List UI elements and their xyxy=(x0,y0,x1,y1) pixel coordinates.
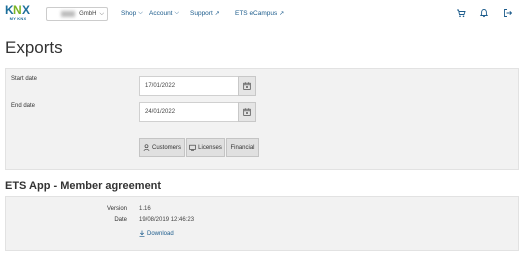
nav-ets-ecampus[interactable]: ETS eCampus ↗ xyxy=(235,10,284,17)
export-licenses-button[interactable]: Licenses xyxy=(186,138,225,157)
start-date-input[interactable]: 17/01/2022 xyxy=(139,76,239,96)
svg-text:N: N xyxy=(13,3,22,17)
nav-account[interactable]: Account ⌵ xyxy=(149,10,179,17)
user-icon xyxy=(143,144,150,151)
knx-logo[interactable]: K N X MY KNX xyxy=(3,3,33,25)
download-icon xyxy=(139,230,145,237)
download-label: Download xyxy=(147,230,174,237)
financial-label: Financial xyxy=(230,144,255,151)
nav-support[interactable]: Support ↗ xyxy=(190,10,220,17)
chevron-down-icon: ⌵ xyxy=(174,10,180,16)
end-date-value: 24/01/2022 xyxy=(145,109,176,115)
knx-logo-mark: K N X xyxy=(5,3,30,17)
member-agreement-title: ETS App - Member agreement xyxy=(5,180,162,192)
customers-label: Customers xyxy=(151,144,181,151)
calendar-icon xyxy=(243,108,251,116)
logo-caption: MY KNX xyxy=(9,16,27,21)
chevron-down-icon: ⌵ xyxy=(138,10,143,16)
end-date-label: End date xyxy=(11,103,36,109)
start-date-label: Start date xyxy=(11,76,38,82)
end-date-calendar-button[interactable] xyxy=(238,102,256,122)
external-link-icon: ↗ xyxy=(279,11,285,17)
logout-icon[interactable] xyxy=(503,8,513,18)
end-date-input[interactable]: 24/01/2022 xyxy=(139,102,239,122)
company-select-value: GmbH xyxy=(79,11,97,17)
download-link[interactable]: Download xyxy=(139,230,174,237)
version-label: Version xyxy=(106,206,127,212)
company-name-redacted xyxy=(61,11,76,17)
licenses-label: Licenses xyxy=(198,144,222,151)
date-value: 19/08/2019 12:46:23 xyxy=(139,217,195,223)
export-financial-button[interactable]: Financial xyxy=(226,138,259,157)
export-form-panel xyxy=(5,68,519,170)
nav-ecampus-label: ETS eCampus xyxy=(235,10,278,17)
nav-account-label: Account xyxy=(149,10,173,17)
cart-icon[interactable] xyxy=(456,8,466,18)
page-title: Exports xyxy=(5,38,63,57)
svg-text:X: X xyxy=(22,3,30,17)
company-select[interactable]: GmbH ⌵ xyxy=(46,7,108,21)
start-date-value: 17/01/2022 xyxy=(145,83,176,89)
bell-icon[interactable] xyxy=(479,8,489,18)
nav-shop[interactable]: Shop ⌵ xyxy=(121,10,143,17)
nav-shop-label: Shop xyxy=(121,10,137,17)
version-value: 1.16 xyxy=(139,206,151,212)
license-icon xyxy=(189,144,196,151)
member-agreement-panel xyxy=(5,196,519,251)
top-header: K N X MY KNX GmbH ⌵ Shop ⌵ Account ⌵ Sup… xyxy=(0,0,523,28)
external-link-icon: ↗ xyxy=(214,11,220,17)
chevron-down-icon: ⌵ xyxy=(99,10,104,17)
calendar-icon xyxy=(243,82,251,90)
start-date-calendar-button[interactable] xyxy=(238,76,256,96)
date-label: Date xyxy=(114,217,127,223)
nav-support-label: Support xyxy=(190,10,213,17)
export-customers-button[interactable]: Customers xyxy=(139,138,185,157)
